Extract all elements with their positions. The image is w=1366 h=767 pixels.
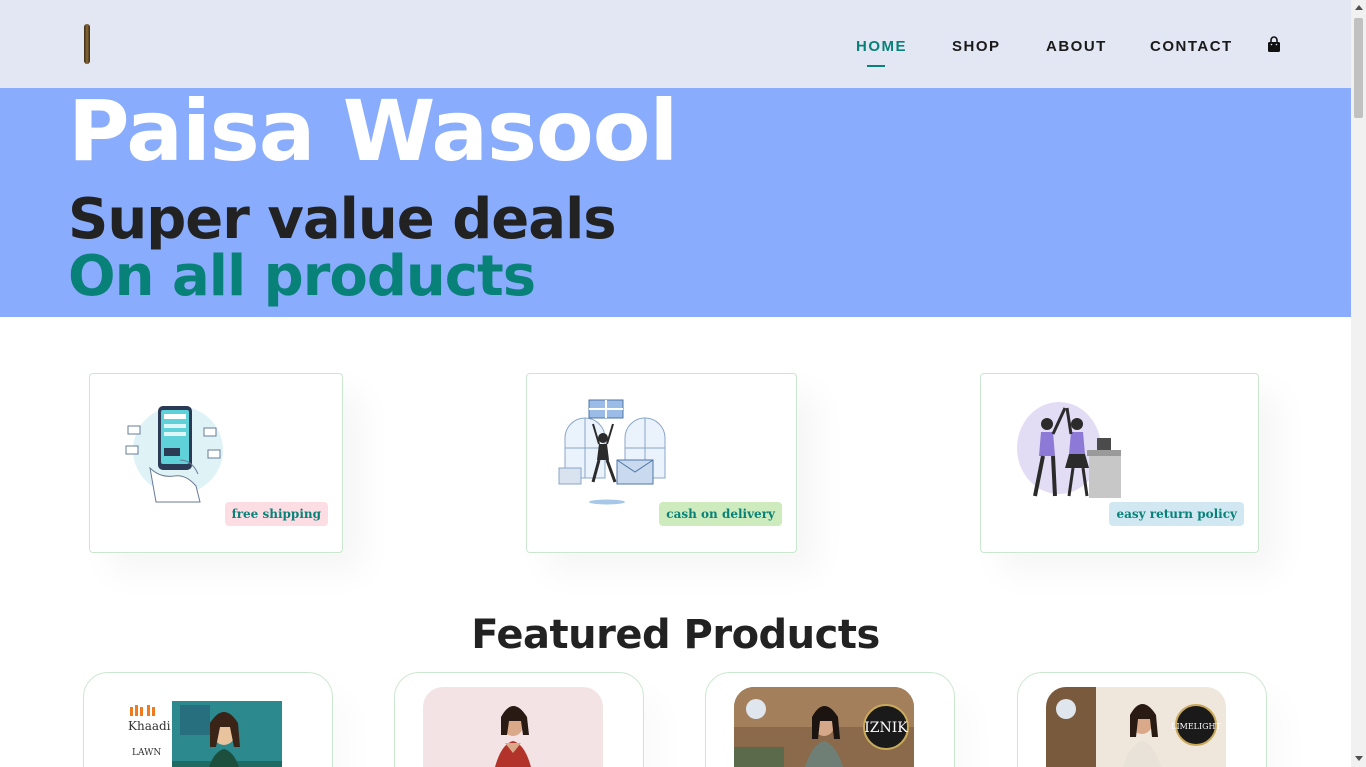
red-dress-product-image (423, 687, 603, 767)
khaadi-lawn-text: LAWN (132, 748, 161, 758)
iznik-product-image: IZNIK (734, 687, 914, 767)
brand-logo-icon[interactable] (84, 24, 90, 64)
hero-subtitle-products: On all products (68, 244, 536, 309)
feature-cash-on-delivery[interactable]: cash on delivery (526, 373, 797, 553)
hero-subtitle-deals: Super value deals (68, 187, 617, 252)
nav-home[interactable]: HOME (856, 38, 907, 55)
khaadi-brand-text: Khaadi (128, 719, 171, 733)
scroll-up-arrow-icon[interactable] (1355, 5, 1363, 10)
nav-about[interactable]: ABOUT (1046, 38, 1107, 55)
feature-badge-easy-return: easy return policy (1109, 502, 1244, 526)
iznik-brand-text: IZNIK (864, 720, 908, 736)
product-card[interactable]: Khaadi LAWN (83, 672, 333, 767)
delivery-gift-illustration (558, 399, 666, 505)
hero-title: Paisa Wasool (68, 88, 678, 180)
product-card[interactable]: IZNIK (705, 672, 955, 767)
limelight-brand-text: LIMELIGHT (1171, 722, 1221, 731)
feature-easy-return[interactable]: easy return policy (980, 373, 1259, 553)
site-header: HOME SHOP ABOUT CONTACT (0, 0, 1351, 88)
feature-badge-free-shipping: free shipping (224, 502, 328, 526)
featured-products-title: Featured Products (471, 612, 880, 658)
high-five-illustration (1017, 402, 1121, 498)
scroll-down-arrow-icon[interactable] (1355, 756, 1363, 761)
scrollbar-thumb[interactable] (1354, 18, 1363, 118)
nav-shop[interactable]: SHOP (952, 38, 1001, 55)
product-card[interactable]: LIMELIGHT (1017, 672, 1267, 767)
feature-free-shipping[interactable]: free shipping (89, 373, 343, 553)
nav-contact[interactable]: CONTACT (1150, 38, 1233, 55)
phone-shopping-illustration (125, 406, 223, 503)
product-card[interactable] (394, 672, 644, 767)
limelight-product-image: LIMELIGHT (1046, 687, 1226, 767)
active-nav-underline (867, 65, 885, 67)
khaadi-lawn-product-image: Khaadi LAWN (120, 701, 282, 767)
shopping-bag-icon[interactable] (1267, 36, 1281, 54)
feature-badge-cash-on-delivery: cash on delivery (659, 502, 782, 526)
vertical-scrollbar[interactable] (1351, 0, 1366, 767)
hero-banner: Paisa Wasool Super value deals On all pr… (0, 88, 1351, 317)
